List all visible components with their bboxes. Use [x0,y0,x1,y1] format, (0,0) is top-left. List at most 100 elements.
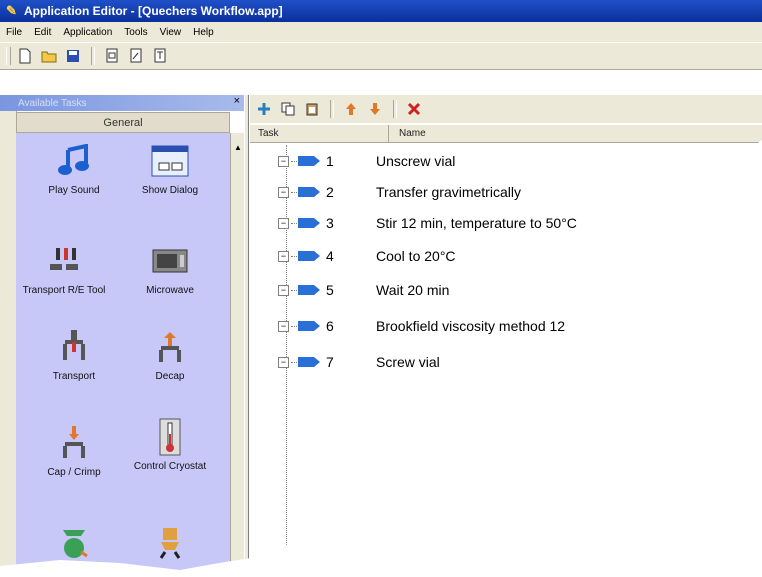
toolbar-separator [91,47,95,65]
tool-label: Show Dialog [141,185,199,196]
task-number: 3 [326,215,334,231]
task-tag-icon [298,156,320,166]
task-number: 5 [326,282,334,298]
task-name: Screw vial [376,354,440,370]
tool-control-cryostat[interactable]: Control Cryostat [122,418,218,473]
delete-task-icon[interactable] [404,99,424,119]
title-bar: ✎ Application Editor - [Quechers Workflo… [0,0,762,22]
main-toolbar [0,42,762,70]
toolbar-separator [330,100,334,118]
thermometer-icon [150,418,190,456]
tool-show-dialog[interactable]: Show Dialog [122,143,218,197]
panel-left-strip [0,111,17,570]
text-doc-icon[interactable] [150,46,170,66]
pane-splitter[interactable] [244,95,249,570]
tool-scale[interactable] [26,525,122,567]
app-icon: ✎ [6,3,17,18]
available-tasks-title: Available Tasks [18,97,87,109]
new-file-icon[interactable] [15,46,35,66]
tool-label: Microwave [146,285,194,296]
tool-microwave[interactable]: Microwave [122,243,218,297]
toolbar-grip[interactable] [6,47,11,65]
move-down-icon[interactable] [365,99,385,119]
tree-branch [291,160,297,162]
edit-doc-icon[interactable] [126,46,146,66]
task-toolbar [250,95,762,123]
tree-branch [291,255,297,257]
task-name: Stir 12 min, temperature to 50°C [376,215,577,231]
task-tag-icon [298,357,320,367]
collapse-icon[interactable]: − [278,284,289,296]
toolbar-separator [393,100,397,118]
collapse-icon[interactable]: − [278,320,289,332]
group-header-general[interactable]: General [16,112,230,133]
tool-label: Cap / Crimp [47,467,101,478]
column-task[interactable]: Task [250,125,389,142]
save-icon[interactable] [63,46,83,66]
task-name: Unscrew vial [376,153,456,169]
task-tag-icon [298,251,320,261]
task-row[interactable]: − 3 Stir 12 min, temperature to 50°C [278,212,577,234]
task-row[interactable]: − 1 Unscrew vial [278,150,455,172]
paste-task-icon[interactable] [302,99,322,119]
task-row[interactable]: − 5 Wait 20 min [278,279,449,301]
music-note-icon [54,143,94,179]
screenshot: ✎ Application Editor - [Quechers Workflo… [0,0,762,570]
cap-crimp-icon [54,425,94,461]
task-tag-icon [298,218,320,228]
task-list-header: Task Name [250,125,762,143]
task-row[interactable]: − 4 Cool to 20°C [278,245,456,267]
open-folder-icon[interactable] [39,46,59,66]
collapse-icon[interactable]: − [278,186,289,198]
tool-label: Transport R/E Tool [22,285,106,296]
task-row[interactable]: − 6 Brookfield viscosity method 12 [278,315,565,337]
task-row[interactable]: − 7 Screw vial [278,351,440,373]
menu-bar: File Edit Application Tools View Help [0,22,762,42]
tree-branch [291,289,297,291]
move-up-icon[interactable] [341,99,361,119]
menu-edit[interactable]: Edit [28,27,57,38]
scroll-up-icon[interactable]: ▲ [232,143,244,153]
task-name: Brookfield viscosity method 12 [376,318,566,334]
menu-tools[interactable]: Tools [118,27,153,38]
tree-branch [291,191,297,193]
tool-label: Decap [155,371,185,382]
close-icon[interactable]: × [234,95,240,107]
tool-cap-crimp[interactable]: Cap / Crimp [26,425,122,479]
task-number: 1 [326,153,334,169]
window-title: Application Editor - [Quechers Workflow.… [24,4,283,18]
collapse-icon[interactable]: − [278,155,289,167]
task-name: Cool to 20°C [376,248,456,264]
scale-icon [54,525,94,561]
task-number: 4 [326,248,334,264]
menu-view[interactable]: View [154,27,188,38]
transport-tool-icon [44,243,84,279]
collapse-icon[interactable]: − [278,356,289,368]
task-tag-icon [298,285,320,295]
copy-doc-icon[interactable] [102,46,122,66]
tree-branch [291,361,297,363]
tool-decap[interactable]: Decap [122,329,218,383]
tool-transport[interactable]: Transport [26,329,122,383]
task-row[interactable]: − 2 Transfer gravimetrically [278,181,521,203]
microwave-icon [150,243,190,279]
decap-icon [150,329,190,365]
palette-scrollbar[interactable]: ▲ [230,133,245,570]
collapse-icon[interactable]: − [278,250,289,262]
menu-file[interactable]: File [0,27,28,38]
tool-label: Play Sound [48,185,100,196]
tool-transport-re-tool[interactable]: Transport R/E Tool [16,243,112,297]
copy-task-icon[interactable] [278,99,298,119]
collapse-icon[interactable]: − [278,217,289,229]
task-name: Transfer gravimetrically [376,184,521,200]
tool-gripper[interactable] [122,525,218,567]
task-number: 7 [326,354,334,370]
add-task-icon[interactable] [254,99,274,119]
tool-play-sound[interactable]: Play Sound [26,143,122,197]
dialog-window-icon [150,143,190,179]
menu-application[interactable]: Application [57,27,118,38]
menu-help[interactable]: Help [187,27,220,38]
task-number: 2 [326,184,334,200]
transport-arm-icon [54,329,94,365]
column-name[interactable]: Name [389,125,426,142]
